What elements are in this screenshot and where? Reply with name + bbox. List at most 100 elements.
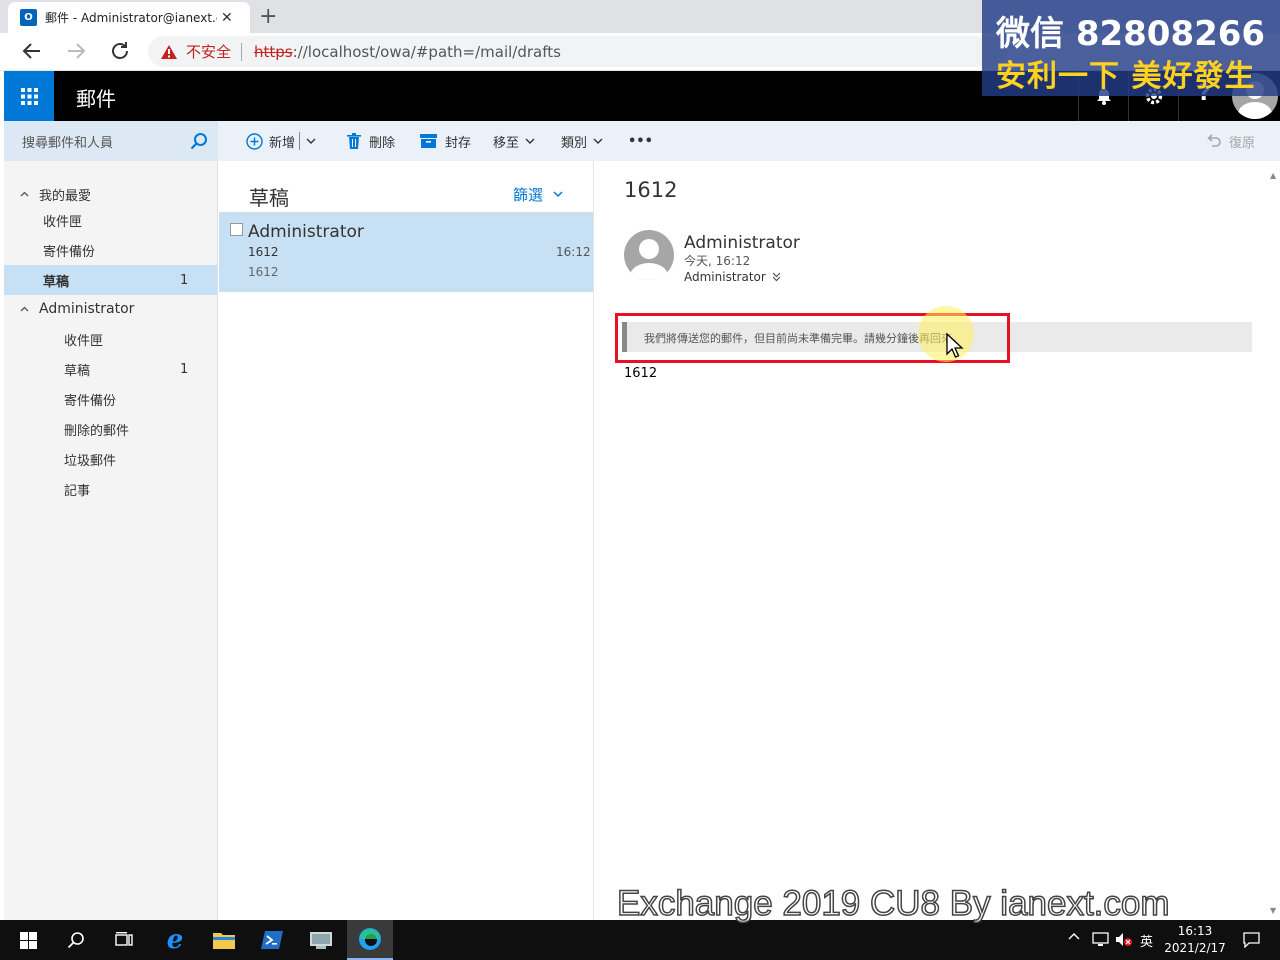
folder-label: 寄件備份	[43, 244, 96, 260]
move-label: 移至	[493, 135, 520, 151]
powershell-taskbar-button[interactable]	[249, 920, 295, 960]
clock[interactable]: 16:13 2021/2/17	[1160, 923, 1230, 957]
edge-icon	[358, 927, 382, 951]
tab-title: 郵件 - Administrator@ianext.com	[45, 11, 217, 25]
list-item[interactable]: Administrator 1612 16:12 1612	[219, 212, 593, 292]
archive-label: 封存	[445, 135, 472, 151]
scrollbar-arrow[interactable]: ▲	[1270, 171, 1276, 180]
insecure-label: 不安全	[186, 43, 232, 61]
task-view-icon	[115, 932, 133, 948]
chevron-down-icon[interactable]	[306, 138, 316, 145]
sidebar-item-junk[interactable]: 垃圾郵件	[4, 444, 218, 474]
app-title: 郵件	[76, 87, 116, 111]
chevron-up-icon	[20, 306, 29, 312]
filter-button[interactable]: 篩選	[513, 184, 563, 205]
ie-taskbar-button[interactable]: e	[152, 920, 198, 960]
search-placeholder: 搜尋郵件和人員	[22, 136, 114, 151]
search-icon	[67, 931, 85, 949]
volume-muted-icon[interactable]	[1115, 932, 1133, 947]
list-title: 草稿	[249, 186, 289, 210]
search-box[interactable]: 搜尋郵件和人員	[4, 121, 218, 161]
item-sender: Administrator	[248, 222, 364, 242]
item-time: 16:12	[556, 245, 591, 259]
chevron-down-icon	[553, 191, 563, 198]
url-rest: ://localhost/owa/#path=/mail/drafts	[292, 42, 561, 61]
folder-label: 草稿	[64, 363, 91, 379]
sender-name[interactable]: Administrator	[684, 233, 800, 253]
task-view-button[interactable]	[101, 920, 147, 960]
command-bar: 搜尋郵件和人員 新增 刪除 封存 移至 類別 ••• 復原	[4, 121, 1280, 161]
mouse-cursor-icon	[946, 333, 966, 359]
chevron-down-icon	[525, 138, 535, 145]
item-subject: 1612	[248, 245, 279, 259]
edge-taskbar-button[interactable]	[347, 920, 393, 960]
reading-pane: 1612 Administrator 今天, 16:12 Administrat…	[595, 161, 1280, 920]
tab-close-icon[interactable]: ✕	[221, 10, 233, 26]
watermark-footer: Exchange 2019 CU8 By ianext.com	[616, 883, 1170, 924]
sidebar-item-drafts[interactable]: 草稿 1	[4, 354, 218, 384]
explorer-taskbar-button[interactable]	[201, 920, 247, 960]
network-icon[interactable]	[1092, 932, 1109, 947]
folder-label: 垃圾郵件	[64, 453, 117, 469]
message-body: 1612	[624, 366, 658, 381]
ime-indicator[interactable]: 英	[1140, 931, 1153, 950]
search-taskbar-button[interactable]	[53, 920, 99, 960]
folder-label: 寄件備份	[64, 393, 117, 409]
delete-button[interactable]: 刪除	[347, 121, 395, 161]
more-actions-button[interactable]: •••	[628, 121, 653, 161]
more-label: •••	[628, 133, 653, 149]
account-header[interactable]: Administrator	[4, 294, 218, 324]
taskbar: e 英 16:13 2021/2/17	[0, 920, 1280, 960]
start-button[interactable]	[5, 920, 51, 960]
plus-circle-icon	[246, 132, 263, 150]
trash-icon	[347, 133, 361, 149]
select-checkbox[interactable]	[230, 223, 243, 236]
app-launcher-button[interactable]	[4, 71, 54, 121]
scrollbar-arrow[interactable]: ▼	[1270, 906, 1276, 915]
sidebar-item-notes[interactable]: 記事	[4, 474, 218, 504]
notification-center-icon[interactable]	[1243, 932, 1260, 948]
avatar	[624, 230, 674, 280]
undo-label: 復原	[1229, 135, 1256, 151]
sidebar-item-favorites-sent[interactable]: 寄件備份	[4, 235, 218, 265]
account-label: Administrator	[39, 301, 135, 317]
recipient-name: Administrator	[684, 270, 766, 284]
tray-expand-icon[interactable]	[1068, 932, 1080, 940]
categories-button[interactable]: 類別	[561, 121, 603, 161]
message-subject: 1612	[624, 178, 678, 202]
url-field[interactable]: 不安全 https ://localhost/owa/#path=/mail/d…	[148, 36, 1008, 67]
move-to-button[interactable]: 移至	[493, 121, 535, 161]
refresh-icon[interactable]	[108, 39, 132, 63]
archive-button[interactable]: 封存	[420, 121, 471, 161]
watermark-box: 微信 82808266 安利一下 美好發生	[982, 0, 1280, 96]
recipient-line[interactable]: Administrator	[684, 270, 781, 284]
sidebar-item-deleted[interactable]: 刪除的郵件	[4, 414, 218, 444]
chevron-down-icon	[593, 138, 603, 145]
favorites-label: 我的最愛	[39, 188, 92, 204]
forward-icon[interactable]	[64, 39, 88, 63]
watermark-line2: 安利一下 美好發生	[996, 59, 1256, 94]
folder-label: 草稿	[43, 274, 70, 290]
new-tab-icon[interactable]: +	[259, 4, 277, 29]
server-manager-taskbar-button[interactable]	[298, 920, 344, 960]
separator	[299, 132, 301, 150]
new-button[interactable]: 新增	[246, 121, 316, 161]
message-list: 草稿 篩選 Administrator 1612 16:12 1612	[219, 161, 594, 920]
server-manager-icon	[310, 930, 332, 950]
new-label: 新增	[269, 135, 296, 151]
outlook-icon: O	[20, 9, 37, 26]
chevron-up-icon	[20, 191, 29, 197]
unread-count: 1	[180, 272, 189, 288]
folder-label: 收件匣	[43, 214, 83, 230]
sidebar-item-favorites-drafts[interactable]: 草稿 1	[4, 265, 217, 295]
url-divider	[241, 42, 243, 61]
delete-label: 刪除	[369, 135, 396, 151]
sidebar-item-favorites-inbox[interactable]: 收件匣	[4, 205, 218, 235]
sidebar-item-sent[interactable]: 寄件備份	[4, 384, 218, 414]
undo-button[interactable]: 復原	[1206, 121, 1255, 161]
browser-tab[interactable]: O 郵件 - Administrator@ianext.com ✕	[8, 2, 250, 33]
waffle-icon	[21, 88, 38, 105]
back-icon[interactable]	[20, 39, 44, 63]
sidebar-item-inbox[interactable]: 收件匣	[4, 324, 218, 354]
search-icon[interactable]	[190, 132, 208, 150]
